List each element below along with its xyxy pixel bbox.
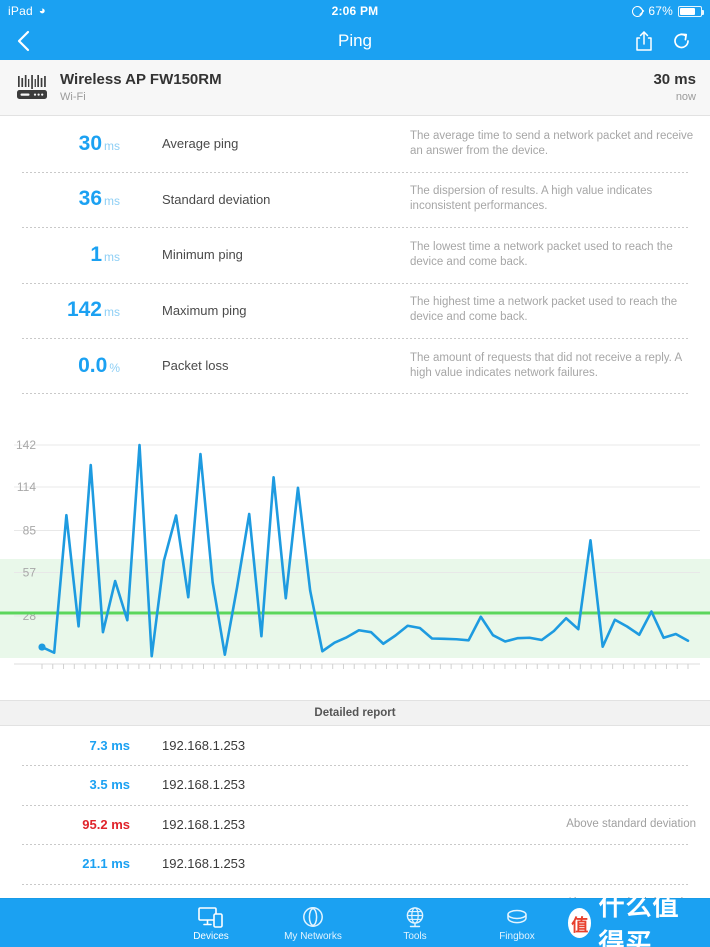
detailed-report-header: Detailed report <box>0 699 710 726</box>
device-header[interactable]: Wireless AP FW150RM Wi-Fi 30 ms now <box>0 60 710 116</box>
tab-devices-label: Devices <box>193 930 229 942</box>
page-title: Ping <box>337 31 373 50</box>
report-host: 192.168.1.253 <box>162 777 246 793</box>
stat-value: 1 ms <box>0 243 120 267</box>
battery-percent: 67% <box>648 4 673 18</box>
report-latency: 21.1 ms <box>82 856 130 872</box>
stat-number: 142 <box>66 298 102 322</box>
report-latency: 95.2 ms <box>82 816 130 832</box>
tab-fingbox-label: Fingbox <box>499 930 535 942</box>
share-icon <box>636 31 652 51</box>
my-networks-icon <box>301 905 325 929</box>
stat-row: 36 ms Standard deviation The dispersion of … <box>0 171 710 228</box>
chevron-left-icon <box>17 30 29 52</box>
stat-unit: ms <box>104 194 120 209</box>
device-connection: Wi-Fi <box>60 90 86 103</box>
stat-unit: ms <box>104 305 120 320</box>
stat-description: The amount of requests that did not rece… <box>410 351 682 379</box>
stat-description: The average time to send a network packe… <box>410 129 694 157</box>
refresh-button[interactable] <box>671 30 692 52</box>
router-icon <box>10 68 54 108</box>
device-ping-value: 30 ms <box>653 70 696 88</box>
device-name: Wireless AP FW150RM <box>60 70 222 88</box>
tab-my-networks-label: My Networks <box>284 930 342 942</box>
ping-statistics-list: 30 ms Average ping The average time to send… <box>0 116 710 394</box>
devices-icon <box>198 905 224 929</box>
chart-y-tick-label: 57 <box>23 565 37 579</box>
stat-label: Maximum ping <box>162 302 247 318</box>
stat-description: The dispersion of results. A high value … <box>410 185 653 213</box>
stat-label: Standard deviation <box>162 191 271 207</box>
device-ping-block: 30 ms now <box>653 71 696 105</box>
chart-first-point <box>38 642 46 651</box>
watermark: 值 什么值得买 <box>568 886 710 947</box>
stat-number: 0.0 <box>78 353 108 377</box>
nav-actions <box>635 30 710 52</box>
report-host: 192.168.1.253 <box>162 737 246 753</box>
tab-bar: Devices My Networks Tools Fingbox 值 什么值得… <box>0 892 710 947</box>
stat-unit: ms <box>104 138 120 153</box>
tab-tools[interactable]: Tools <box>364 899 466 947</box>
status-bar-time: 2:06 PM <box>331 4 379 18</box>
stat-row: 142 ms Maximum ping The highest time a netw… <box>0 282 710 339</box>
stat-row: 0.0% Packet loss The amount of requests th… <box>0 338 710 394</box>
share-button[interactable] <box>635 30 653 52</box>
stat-description: The lowest time a network packet used to… <box>410 240 673 268</box>
table-row[interactable]: 95.2 ms 192.168.1.253 Above standard devia… <box>0 804 710 845</box>
stat-value: 30 ms <box>0 132 120 156</box>
table-row[interactable]: 3.5 ms 192.168.1.253 <box>0 765 710 805</box>
chart-y-tick-label: 114 <box>17 480 36 494</box>
stat-number: 36 <box>78 187 102 211</box>
status-bar-right: 67% <box>632 4 710 18</box>
table-row[interactable]: 7.3 ms 192.168.1.253 <box>0 726 710 766</box>
stat-label: Minimum ping <box>162 247 243 263</box>
chart-y-tick-label: 28 <box>23 609 37 623</box>
device-ping-timestamp: now <box>675 90 696 103</box>
stat-label: Average ping <box>162 136 239 152</box>
ping-chart-svg: 142 114 85 57 28 <box>0 438 710 669</box>
stat-value: 142 ms <box>0 298 120 322</box>
ping-screen: iPad ◕ 2:06 PM 67% Ping Wireless AP FW15… <box>0 0 710 947</box>
report-host: 192.168.1.253 <box>162 856 246 872</box>
fingbox-icon <box>504 905 530 929</box>
watermark-badge: 值 <box>568 908 592 938</box>
tools-globe-icon <box>403 905 427 929</box>
nav-bar: Ping <box>0 22 710 60</box>
report-note: Above standard deviation <box>566 818 696 831</box>
stat-label: Packet loss <box>162 358 229 374</box>
tab-tools-label: Tools <box>403 930 427 942</box>
stat-number: 1 <box>90 242 102 266</box>
stat-number: 30 <box>78 131 102 155</box>
stat-row: 30 ms Average ping The average time to send… <box>0 116 710 172</box>
device-texts: Wireless AP FW150RM Wi-Fi <box>60 71 222 105</box>
ping-chart: 142 114 85 57 28 <box>0 409 710 700</box>
chart-y-tick-label: 85 <box>23 523 37 537</box>
report-latency: 7.3 ms <box>89 737 130 753</box>
stat-row: 1 ms Minimum ping The lowest time a network… <box>0 227 710 283</box>
stat-value: 0.0% <box>0 354 120 378</box>
refresh-icon <box>674 33 689 49</box>
stat-unit: ms <box>104 249 120 264</box>
location-services-icon <box>632 5 644 17</box>
battery-icon <box>678 5 704 17</box>
table-row[interactable]: 21.1 ms 192.168.1.253 <box>0 844 710 884</box>
report-latency: 3.5 ms <box>89 777 130 793</box>
tab-my-networks[interactable]: My Networks <box>262 899 364 947</box>
stat-unit: % <box>109 360 120 375</box>
stat-description: The highest time a network packet used t… <box>410 296 678 324</box>
watermark-text: 什么值得买 <box>598 892 680 947</box>
tab-fingbox[interactable]: Fingbox <box>466 899 568 947</box>
stat-value: 36 ms <box>0 187 120 211</box>
status-bar: iPad ◕ 2:06 PM 67% <box>0 0 710 22</box>
back-button[interactable] <box>0 30 46 52</box>
tab-devices[interactable]: Devices <box>160 899 262 947</box>
chart-y-tick-label: 142 <box>16 438 36 452</box>
report-host: 192.168.1.253 <box>162 816 246 832</box>
